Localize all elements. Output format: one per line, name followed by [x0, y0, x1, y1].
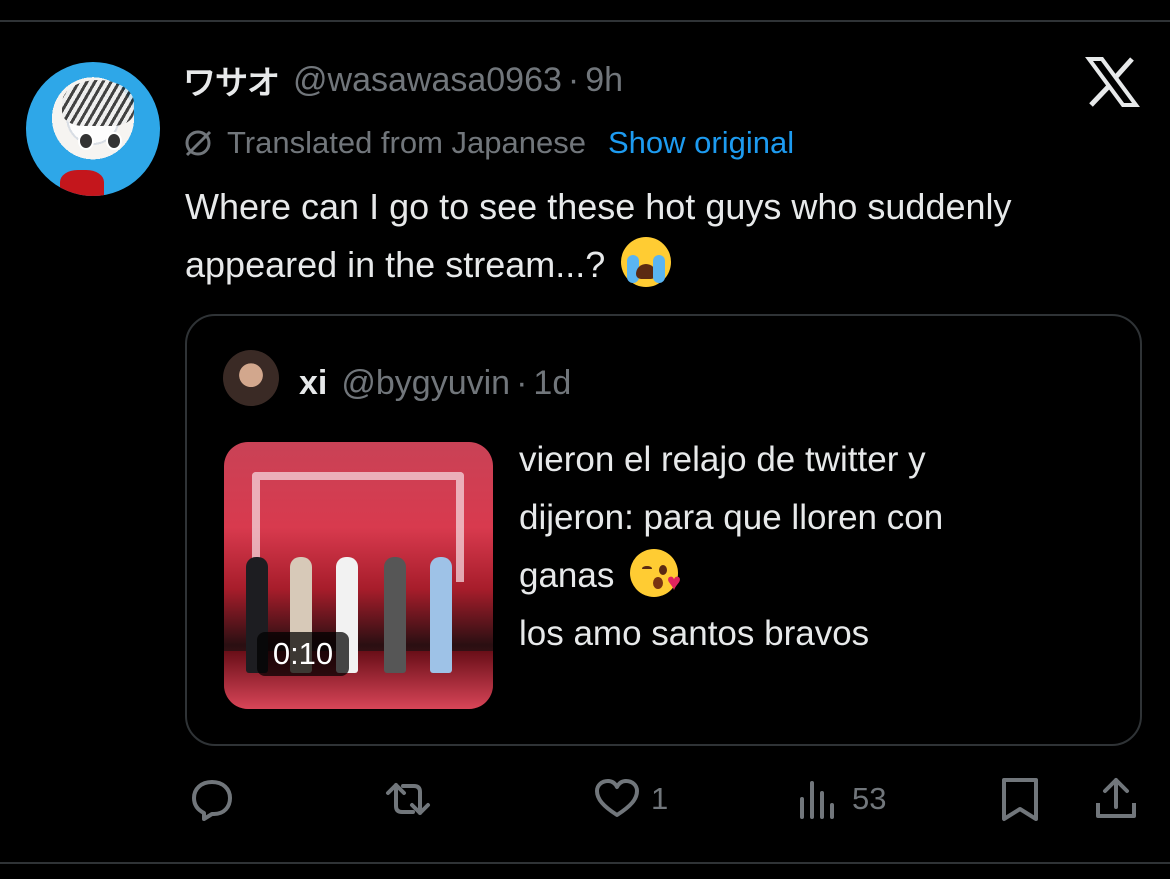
x-logo-icon: [1085, 57, 1140, 107]
crying-face-emoji-icon: [621, 237, 672, 287]
quoted-tweet-card[interactable]: xi @bygyuvin · 1d 0:10 vieron el relajo …: [185, 314, 1142, 746]
bottom-divider: [0, 862, 1170, 864]
quoted-text-line: vieron el relajo de twitter y: [519, 440, 926, 479]
quoted-author-avatar[interactable]: [223, 350, 279, 406]
tweet-header: ワサオ @wasawasa0963 · 9h: [183, 58, 623, 102]
tweet-actions: 1 53: [0, 765, 1170, 833]
time-separator: ·: [567, 60, 580, 99]
bookmark-icon: [1002, 778, 1038, 821]
kissing-face-emoji-icon: ♥: [630, 549, 682, 597]
kiss-emoji-heart: ♥: [666, 569, 682, 596]
reply-icon: [192, 780, 232, 821]
share-icon: [1096, 778, 1136, 818]
quoted-author-handle[interactable]: @bygyuvin: [341, 364, 510, 403]
share-button[interactable]: [1092, 775, 1150, 823]
like-count: 1: [651, 781, 669, 816]
avatar-dress: [60, 170, 104, 196]
quoted-text-line: dijeron: para que lloren con: [519, 498, 944, 537]
quoted-text-line: los amo santos bravos: [519, 614, 870, 653]
quoted-text-line: ganas: [519, 556, 615, 595]
quoted-time-separator: ·: [516, 363, 528, 402]
avatar-left-eye: [78, 132, 94, 150]
tweet-time[interactable]: 9h: [585, 61, 623, 100]
quoted-tweet-time[interactable]: 1d: [533, 364, 571, 403]
performer: [430, 557, 452, 673]
avatar-right-eye: [106, 132, 122, 150]
views-button[interactable]: 53: [794, 775, 886, 823]
views-count: 53: [852, 781, 887, 816]
crying-emoji-mouth: [636, 264, 657, 279]
reply-button[interactable]: [188, 775, 246, 823]
video-thumbnail[interactable]: 0:10: [224, 442, 493, 709]
kiss-emoji-wink: [642, 566, 653, 571]
views-icon: [800, 781, 834, 819]
translate-icon: [185, 130, 212, 157]
like-button[interactable]: 1: [593, 775, 668, 823]
quoted-tweet-text: vieron el relajo de twitter y dijeron: p…: [519, 431, 1089, 663]
translation-row: Translated from Japanese Show original: [183, 121, 794, 165]
top-divider: [0, 0, 1170, 22]
quoted-tweet-header: xi @bygyuvin · 1d: [299, 361, 571, 405]
author-handle[interactable]: @wasawasa0963: [293, 61, 562, 100]
tweet-text: Where can I go to see these hot guys who…: [185, 178, 1085, 294]
heart-icon: [595, 779, 639, 817]
kiss-emoji-lips: [653, 577, 664, 589]
performer: [384, 557, 406, 673]
bookmark-button[interactable]: [996, 775, 1054, 823]
quoted-author-name[interactable]: xi: [299, 364, 327, 403]
author-name[interactable]: ワサオ: [183, 56, 280, 104]
retweet-icon: [386, 783, 430, 815]
tweet-text-body: Where can I go to see these hot guys who…: [185, 186, 1012, 285]
author-avatar[interactable]: [26, 62, 160, 196]
avatar-hair: [62, 80, 134, 126]
translated-label: Translated from Japanese: [227, 125, 586, 160]
show-original-link[interactable]: Show original: [608, 125, 794, 161]
video-duration-badge: 0:10: [257, 632, 349, 676]
retweet-button[interactable]: [384, 775, 442, 823]
